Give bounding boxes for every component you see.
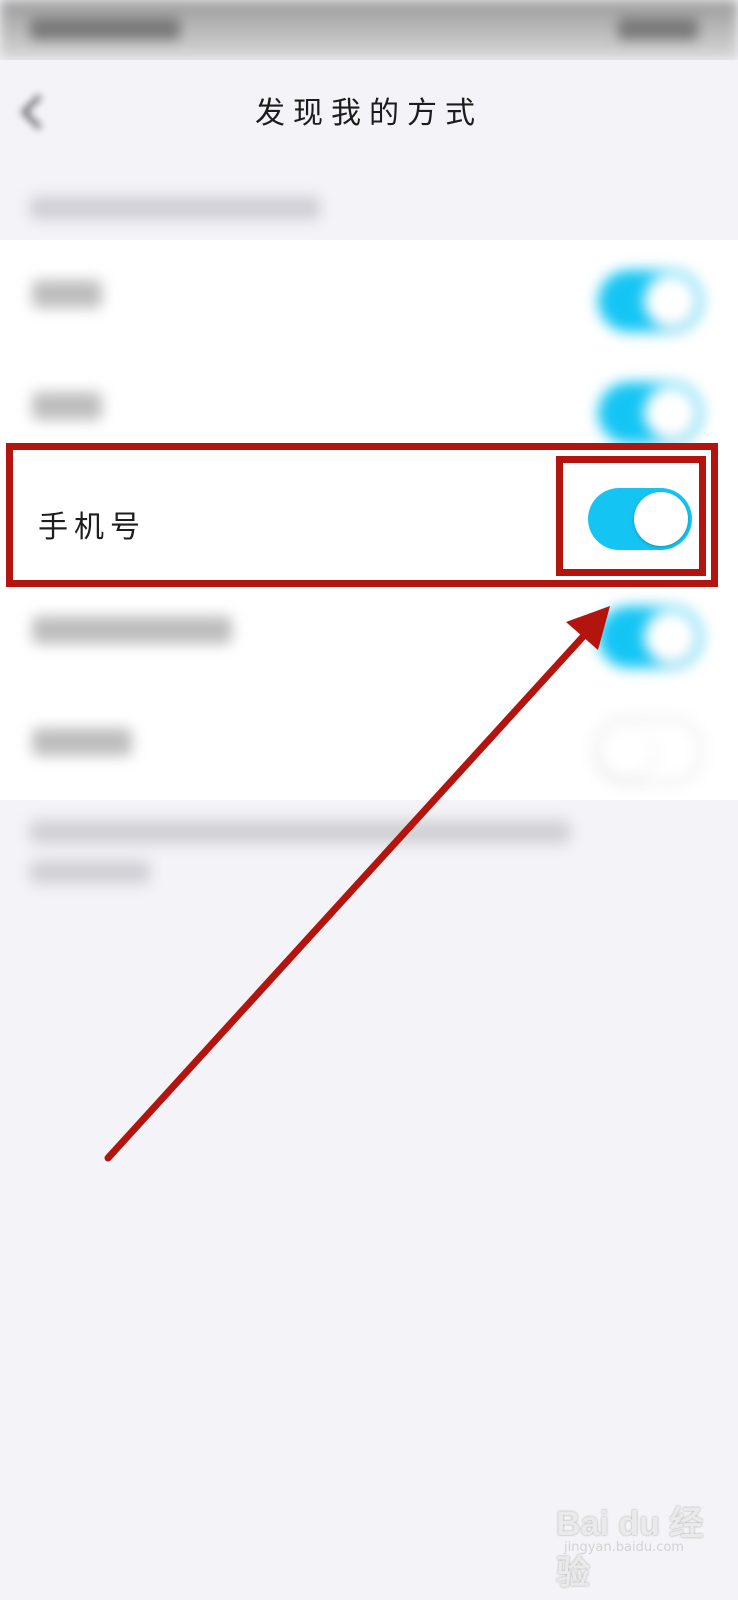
toggle-knob <box>600 724 654 778</box>
status-right-blurred <box>618 18 698 40</box>
toggle-switch-off[interactable] <box>594 718 702 784</box>
row-label-blurred <box>32 392 102 420</box>
toggle-knob <box>644 386 698 440</box>
toggle-switch[interactable] <box>598 270 702 332</box>
toggle-knob <box>644 610 698 664</box>
phone-number-label: 手机号 <box>38 510 146 545</box>
footer-note-blurred <box>30 860 150 884</box>
settings-row-blurred-1[interactable] <box>0 240 738 352</box>
toggle-switch[interactable] <box>598 382 702 444</box>
section-header-blurred <box>30 196 320 220</box>
annotation-highlight-toggle <box>556 456 706 576</box>
row-label-blurred <box>32 616 232 644</box>
status-bar <box>0 0 738 60</box>
watermark-url: jingyan.baidu.com <box>564 1540 684 1555</box>
watermark: Bai du 经验 jingyan.baidu.com <box>556 1496 726 1592</box>
nav-bar: 发现我的方式 <box>0 60 738 160</box>
status-left-blurred <box>30 18 180 40</box>
toggle-switch[interactable] <box>598 606 702 668</box>
page-title: 发现我的方式 <box>255 96 483 131</box>
settings-row-blurred-4[interactable] <box>0 576 738 688</box>
row-label-blurred <box>32 280 102 308</box>
row-label-blurred <box>32 728 132 756</box>
footer-note-blurred <box>30 820 570 844</box>
settings-row-blurred-5[interactable] <box>0 688 738 800</box>
toggle-knob <box>644 274 698 328</box>
